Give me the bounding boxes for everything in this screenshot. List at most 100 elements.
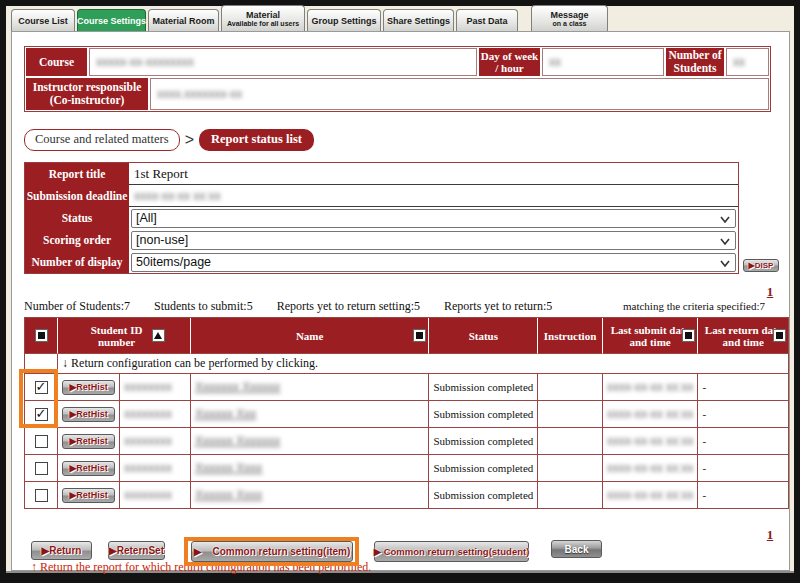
summary-line: Number of Students:7 Students to submit:5… xyxy=(24,299,779,314)
status-cell: Submission completed xyxy=(429,428,538,455)
report-status-table: Student ID number Name Status Instructio… xyxy=(24,317,789,509)
breadcrumb-report-status-list: Report status list xyxy=(199,129,314,151)
page-background: Course List Course Settings Material Room M… xyxy=(6,6,794,573)
back-button[interactable]: Back xyxy=(551,540,602,558)
header-last-submit: Last submit date and time xyxy=(603,318,699,354)
tab-label: Material xyxy=(246,10,280,20)
sort-student-id-icon[interactable] xyxy=(152,329,165,342)
summary-item: Reports yet to return:5 xyxy=(444,299,552,313)
table-row: ▶RetHistxxxxxxxxXxxxxx XxxxSubmission co… xyxy=(25,482,789,509)
tab-group-settings[interactable]: Group Settings xyxy=(307,9,381,31)
rethist-button[interactable]: ▶RetHist xyxy=(62,488,115,503)
reternset-button[interactable]: ▶ReternSet xyxy=(108,541,165,560)
student-name-link[interactable]: Xxxxxx Xxx xyxy=(195,407,256,421)
filter-table: Report title Submission deadline Status … xyxy=(24,162,739,274)
summary-item: Number of Students:7 xyxy=(24,299,130,313)
breadcrumb-course-matters[interactable]: Course and related matters xyxy=(24,129,180,151)
last-return-cell: - xyxy=(698,374,789,401)
sort-last-submit-icon[interactable] xyxy=(682,329,695,342)
checkbox-highlight-box xyxy=(19,369,58,428)
tab-message[interactable]: Messageon a class xyxy=(531,5,608,31)
last-return-cell: - xyxy=(698,455,789,482)
common-return-setting-student-button[interactable]: ▶ Common return setting(student) xyxy=(374,541,529,562)
table-row: ▶RetHist xxxxxxxx Xxxxxx Xxxxxxx Submission… xyxy=(25,428,789,455)
tab-label: Message xyxy=(550,10,588,20)
status-cell: Submission completed xyxy=(429,374,538,401)
submission-deadline-label: Submission deadline xyxy=(25,185,129,207)
status-cell: Submission completed xyxy=(429,455,538,482)
content-panel: Course xxxxx-xx-xxxxxxxx Day of week / h… xyxy=(11,31,790,571)
student-id-redacted: xxxxxxxx xyxy=(124,407,172,421)
summary-item: Students to submit:5 xyxy=(154,299,253,313)
chevron-down-icon xyxy=(720,236,730,246)
disp-button[interactable]: ▶DISP xyxy=(743,259,779,272)
header-student-id: Student ID number xyxy=(58,318,191,354)
student-id-redacted: xxxxxxxx xyxy=(124,488,172,502)
tab-material-room[interactable]: Material Room xyxy=(148,9,219,31)
tab-bar: Course List Course Settings Material Room M… xyxy=(11,6,610,31)
chevron-down-icon xyxy=(720,214,730,224)
return-button[interactable]: ▶Return xyxy=(31,541,92,560)
scoring-order-select[interactable]: [non-use] xyxy=(131,231,736,250)
student-name-link[interactable]: Xxxxxx Xxxx xyxy=(195,461,262,475)
student-id-redacted: xxxxxxxx xyxy=(124,434,172,448)
number-of-display-label: Number of display xyxy=(25,251,129,273)
status-select[interactable]: [All] xyxy=(131,209,736,228)
breadcrumb-separator: > xyxy=(185,131,194,149)
table-row: ▶RetHist xxxxxxxx Xxxxxx Xxx Submission com… xyxy=(25,401,789,428)
tab-label: Past Data xyxy=(466,16,507,26)
last-return-cell: - xyxy=(698,428,789,455)
page-number-bottom[interactable]: 1 xyxy=(755,527,785,543)
breadcrumb: Course and related matters > Report stat… xyxy=(24,129,314,150)
instruction-cell xyxy=(538,401,602,428)
tab-sublabel: Available for all users xyxy=(227,20,299,28)
status-cell: Submission completed xyxy=(429,401,538,428)
tab-label: Course List xyxy=(18,16,68,26)
row-checkbox[interactable] xyxy=(35,462,48,475)
instructor-value: xxxx.xxxxxxx-xx xyxy=(150,78,769,110)
student-name-link[interactable]: Xxxxxxx Xxxxxx xyxy=(195,380,280,394)
chevron-down-icon xyxy=(720,258,730,268)
tab-label: Material Room xyxy=(152,16,214,26)
number-of-students-label: Number of Students xyxy=(666,48,724,76)
instruction-cell xyxy=(538,374,602,401)
row-checkbox[interactable] xyxy=(35,435,48,448)
tab-course-settings[interactable]: Course Settings xyxy=(77,9,146,31)
tab-material[interactable]: MaterialAvailable for all users xyxy=(221,5,305,31)
rethist-button[interactable]: ▶RetHist xyxy=(62,434,115,449)
last-submit-redacted: xxxx-xx-xx xx:xx xyxy=(607,407,694,421)
last-submit-redacted: xxxx-xx-xx xx:xx xyxy=(607,434,694,448)
rethist-button[interactable]: ▶RetHist xyxy=(62,407,115,422)
instruction-cell xyxy=(538,428,602,455)
student-name-link[interactable]: Xxxxxx Xxxx xyxy=(195,488,262,502)
page-number-top[interactable]: 1 xyxy=(755,284,785,300)
scoring-order-label: Scoring order xyxy=(25,229,129,251)
header-instruction: Instruction xyxy=(538,318,602,354)
tab-past-data[interactable]: Past Data xyxy=(456,9,518,31)
day-of-week-value: xx xyxy=(542,48,664,76)
sort-name-icon[interactable] xyxy=(413,329,426,342)
table-row: ▶RetHistxxxxxxxxXxxxxx XxxxSubmission co… xyxy=(25,455,789,482)
instruction-cell xyxy=(538,455,602,482)
header-last-return: Last return date and time xyxy=(698,318,789,354)
table-row: ▶RetHist xxxxxxxx Xxxxxxx Xxxxxx Submission… xyxy=(25,374,789,401)
tab-course-list[interactable]: Course List xyxy=(11,9,75,31)
course-value: xxxxx-xx-xxxxxxxx xyxy=(89,48,477,76)
header-name: Name xyxy=(191,318,429,354)
rethist-button[interactable]: ▶RetHist xyxy=(62,461,115,476)
sort-last-return-icon[interactable] xyxy=(773,329,786,342)
rethist-button[interactable]: ▶RetHist xyxy=(62,380,115,395)
instruction-cell xyxy=(538,482,602,509)
last-return-cell: - xyxy=(698,401,789,428)
tab-share-settings[interactable]: Share Settings xyxy=(383,9,454,31)
row-checkbox[interactable] xyxy=(35,489,48,502)
student-id-redacted: xxxxxxxx xyxy=(124,380,172,394)
tab-label: Share Settings xyxy=(387,16,450,26)
header-status: Status xyxy=(429,318,538,354)
student-name-link[interactable]: Xxxxxx Xxxxxxx xyxy=(195,434,280,448)
number-of-display-select[interactable]: 50items/page xyxy=(131,253,736,272)
summary-item: Reports yet to return setting:5 xyxy=(277,299,420,313)
matching-criteria: matching the criteria specified:7 xyxy=(623,300,765,312)
select-all-checkbox[interactable] xyxy=(25,318,58,354)
day-of-week-label: Day of week / hour xyxy=(479,48,540,76)
